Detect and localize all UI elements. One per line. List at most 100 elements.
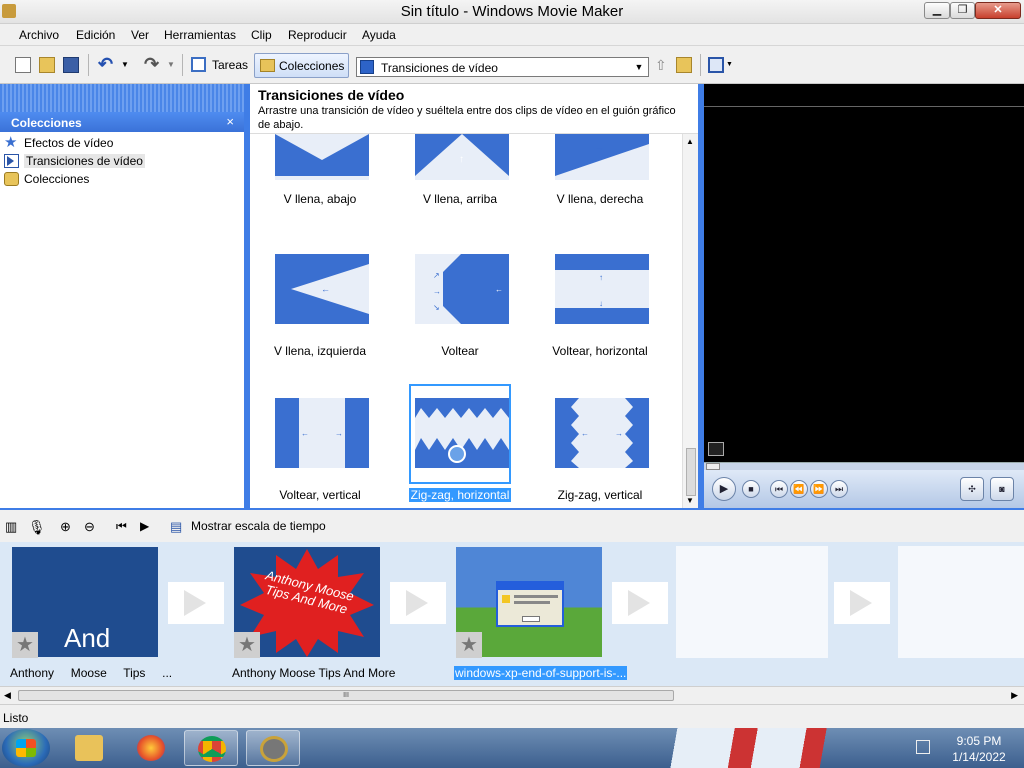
redo-icon[interactable]: ↷ [144,55,160,73]
scroll-right-icon[interactable]: ▶ [1011,690,1018,701]
menu-ver[interactable]: Ver [131,28,149,42]
next-frame-icon[interactable]: ⏭ [830,480,848,498]
effect-star-icon[interactable]: ★ [234,632,260,658]
storyboard-icon[interactable]: ▥ [5,519,21,535]
zoom-in-icon[interactable]: ⊕ [60,519,76,535]
scroll-left-icon[interactable]: ◀ [4,690,11,701]
transition-slot[interactable] [612,582,668,624]
minimize-button[interactable]: ▁ [924,2,950,19]
app-window: Sin título - Windows Movie Maker ▁ ❐ ✕ A… [0,0,1024,768]
taskbar-movie-maker[interactable] [246,730,300,766]
collection-select[interactable]: Transiciones de vídeo ▼ [356,57,649,77]
scroll-thumb[interactable]: III [18,690,674,701]
taskbar-explorer[interactable] [62,730,116,766]
redo-dropdown-icon[interactable]: ▼ [167,57,183,73]
transition-slot[interactable] [390,582,446,624]
v-fill-right-thumbnail: → [555,134,649,180]
menu-clip[interactable]: Clip [251,28,272,42]
undo-dropdown-icon[interactable]: ▼ [121,57,137,73]
new-folder-icon[interactable] [676,57,692,73]
transition-tile[interactable]: ← → Zig-zag, vertical [530,398,670,508]
windows-logo-icon [16,739,36,757]
close-icon[interactable]: × [226,114,234,129]
collections-button[interactable]: Colecciones [254,53,349,78]
storyboard-clip[interactable]: And ★ Anthony Moose Tips ... [10,544,172,684]
stop-icon[interactable]: ■ [742,480,760,498]
transition-tile[interactable]: ↑ V llena, arriba [390,134,530,235]
show-timeline-button[interactable]: Mostrar escala de tiempo [191,519,326,533]
views-icon[interactable] [708,57,724,73]
fast-forward-icon[interactable]: ⏩ [810,480,828,498]
effect-star-icon[interactable]: ★ [12,632,38,658]
transition-tile[interactable]: → V llena, derecha [530,134,670,235]
transitions-description: Arrastre una transición de vídeo y suélt… [258,105,676,131]
svg-text:↗: ↗ [433,271,440,280]
empty-clip-slot[interactable] [676,546,828,658]
svg-text:←: ← [301,429,309,438]
split-icon[interactable]: ✣ [960,477,984,501]
playback-controls: ▶ ■ ⏮ ⏪ ⏩ ⏭ ✣ ◙ [704,470,1024,508]
new-project-icon[interactable] [15,57,31,73]
star-icon: ★ [4,134,18,151]
narrate-microphone-icon[interactable]: 🎙 [28,519,46,535]
menu-edicion[interactable]: Edición [76,28,115,42]
effect-star-icon[interactable]: ★ [456,632,482,658]
split-clip-icon[interactable] [708,442,724,456]
menu-ayuda[interactable]: Ayuda [362,28,396,42]
status-text: Listo [3,711,29,725]
taskbar-firefox[interactable] [124,730,178,766]
transitions-header: Transiciones de vídeo Arrastre una trans… [250,84,698,134]
empty-clip-slot[interactable] [898,546,1024,658]
seek-bar[interactable] [704,462,1024,470]
transition-slot-icon [406,590,428,616]
scroll-down-icon[interactable]: ▼ [686,496,694,505]
menu-reproducir[interactable]: Reproducir [288,28,347,42]
rewind-icon[interactable]: ⏪ [790,480,808,498]
transitions-scrollbar[interactable]: ▲ ▼ [682,134,698,508]
timeline-icon[interactable]: ▤ [170,519,186,535]
svg-text:→: → [433,287,441,296]
menu-archivo[interactable]: Archivo [19,28,59,42]
window-title: Sin título - Windows Movie Maker [400,3,624,20]
scroll-thumb[interactable] [686,448,696,496]
open-folder-icon[interactable] [39,57,55,73]
transition-slot[interactable] [834,582,890,624]
views-dropdown-icon[interactable]: ▼ [726,57,734,73]
transition-tile[interactable]: ← V llena, izquierda [250,254,390,379]
scroll-up-icon[interactable]: ▲ [686,137,694,146]
save-icon[interactable] [63,57,79,73]
taskbar-chrome[interactable] [184,730,238,766]
transition-tile-selected[interactable]: Zig-zag, horizontal [390,384,530,508]
chevron-down-icon[interactable]: ▼ [632,60,646,74]
transition-tile[interactable]: ↗ → ↘ ← Voltear [390,254,530,379]
play-storyboard-icon[interactable]: ▶ [140,519,156,535]
storyboard-scrollbar[interactable]: ◀ III ▶ [0,686,1024,704]
transition-tile[interactable]: V llena, abajo [250,134,390,235]
start-button[interactable] [2,729,50,767]
zoom-out-icon[interactable]: ⊖ [84,519,100,535]
rewind-storyboard-icon[interactable]: ⏮ [116,519,132,535]
transition-label: Zig-zag, vertical [557,488,643,502]
play-icon[interactable]: ▶ [712,477,736,501]
seek-handle[interactable] [706,463,720,470]
tasks-button[interactable]: Tareas [186,53,248,77]
transition-tile[interactable]: ↑ ↓ Voltear, horizontal [530,254,670,379]
storyboard-clip[interactable]: Anthony Moose Tips And More ★ Anthony Mo… [232,544,395,684]
close-button[interactable]: ✕ [975,2,1021,19]
tree-item-label: Efectos de vídeo [24,136,114,150]
snapshot-icon[interactable]: ◙ [990,477,1014,501]
up-one-level-icon[interactable]: ⇧ [655,57,671,73]
previous-frame-icon[interactable]: ⏮ [770,480,788,498]
maximize-button[interactable]: ❐ [950,2,975,19]
transition-tile[interactable]: ← → Voltear, vertical [250,398,390,508]
movie-maker-icon [260,736,288,762]
transition-slot[interactable] [168,582,224,624]
clock[interactable]: 9:05 PM 1/14/2022 [934,733,1024,765]
network-icon[interactable] [916,740,930,754]
undo-icon[interactable]: ↶ [98,55,114,73]
menu-bar: Archivo Edición Ver Herramientas Clip Re… [0,24,1024,46]
preview-monitor: ▶ ■ ⏮ ⏪ ⏩ ⏭ ✣ ◙ [704,84,1024,508]
storyboard-clip-selected[interactable]: ★ windows-xp-end-of-support-is-... [454,544,628,684]
title-bar[interactable]: Sin título - Windows Movie Maker ▁ ❐ ✕ [0,0,1024,24]
menu-herramientas[interactable]: Herramientas [164,28,236,42]
